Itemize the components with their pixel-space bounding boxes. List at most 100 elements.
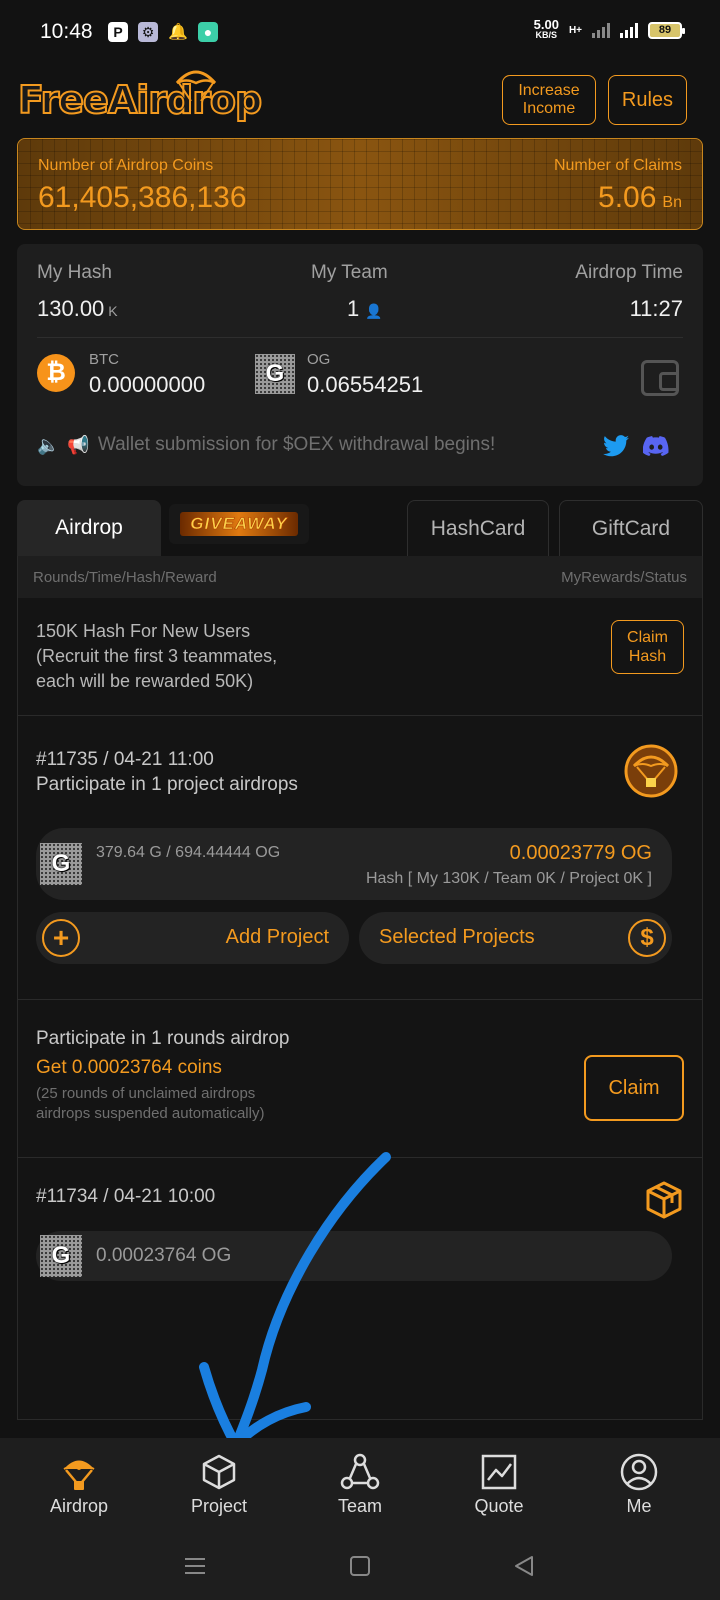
claim-hash-button[interactable]: Claim Hash [611, 620, 684, 674]
nav-airdrop-label: Airdrop [49, 1496, 109, 1516]
tab-giftcard[interactable]: GiftCard [559, 500, 703, 556]
round-11734-title: #11734 / 04-21 10:00 [36, 1186, 216, 1207]
tab-hashcard[interactable]: HashCard [407, 500, 549, 556]
person-icon: 👤 [365, 303, 383, 319]
hash-info: Hash [ My 130K / Team 0K / Project 0K ] [365, 870, 652, 887]
megaphone-icon: 📢 [67, 434, 90, 455]
og-token-icon: G [40, 1235, 82, 1277]
nav-me-label: Me [626, 1496, 652, 1516]
wallet-icon[interactable] [641, 360, 679, 396]
stats-divider [37, 337, 683, 338]
rules-button[interactable]: Rules [608, 75, 687, 125]
tab-airdrop[interactable]: Airdrop [17, 500, 161, 556]
coins-label: Number of Airdrop Coins [38, 157, 214, 174]
parachute-badge-icon [624, 744, 678, 798]
row-divider [18, 715, 702, 716]
dollar-icon: $ [628, 919, 666, 957]
my-hash-label: My Hash [37, 262, 112, 283]
battery-icon: 89 [648, 21, 685, 39]
round-11734-reward-row: G 0.00023764 OG [36, 1231, 672, 1281]
claim-line-1: Participate in 1 rounds airdrop [36, 1028, 290, 1049]
round-11735: #11735 / 04-21 11:00 Participate in 1 pr… [36, 747, 298, 797]
nav-airdrop[interactable]: Airdrop [24, 1452, 134, 1517]
claim-button[interactable]: Claim [584, 1055, 684, 1121]
selected-projects-button[interactable]: Selected Projects $ [359, 912, 672, 964]
bell-icon: 🔔 [168, 24, 188, 41]
parachute-logo-icon [176, 70, 217, 102]
logo-text: FreeAirdrop [17, 77, 263, 123]
signal-icon-2 [620, 22, 638, 38]
my-hash-value: 130.00 K [37, 296, 118, 321]
og-token-icon: G [255, 354, 295, 394]
btc-value: 0.00000000 [89, 372, 206, 397]
claims-unit: Bn [662, 194, 682, 211]
nav-project[interactable]: Project [164, 1452, 274, 1517]
nav-quote-label: Quote [474, 1496, 524, 1516]
project-reward-row: G 379.64 G / 694.44444 OG 0.00023779 OG … [36, 828, 672, 900]
og-label: OG [307, 351, 331, 368]
cube-icon [202, 1454, 236, 1490]
row-divider [18, 1157, 702, 1158]
nav-quote[interactable]: Quote [444, 1452, 554, 1517]
chart-icon [481, 1454, 517, 1490]
round-reward: 0.00023779 OG [509, 842, 652, 864]
selected-projects-label: Selected Projects [379, 926, 535, 948]
tab-giveaway[interactable]: GIVEAWAY [169, 504, 309, 544]
settings-app-icon: ⚙ [138, 22, 158, 42]
airdrop-panel: Rounds/Time/Hash/Reward MyRewards/Status… [17, 556, 703, 1420]
claim-line-3: (25 rounds of unclaimed airdrops [36, 1085, 256, 1102]
add-project-button[interactable]: + Add Project [36, 912, 349, 964]
claims-value: 5.06 Bn [598, 181, 682, 214]
team-network-icon [340, 1453, 380, 1490]
app-logo: FreeAirdrop [17, 70, 263, 130]
table-header-right: MyRewards/Status [561, 569, 687, 586]
back-icon[interactable] [512, 1554, 536, 1578]
btc-icon: ₿ [37, 354, 75, 392]
recents-icon[interactable] [183, 1554, 207, 1578]
table-header-left: Rounds/Time/Hash/Reward [33, 569, 217, 586]
increase-income-label-1: Increase [518, 82, 580, 99]
round-11734-reward: 0.00023764 OG [96, 1245, 232, 1266]
cube-box-icon [646, 1181, 682, 1219]
og-amount: 379.64 G / 694.44444 OG [96, 844, 281, 861]
notification-icons: P ⚙ 🔔 ● [108, 22, 218, 42]
notice-text: Wallet submission for $OEX withdrawal be… [97, 434, 496, 455]
claim-line-4: airdrops suspended automatically) [36, 1105, 265, 1122]
nav-project-label: Project [190, 1496, 248, 1516]
status-time: 10:48 [40, 20, 93, 43]
twitter-icon[interactable] [603, 435, 629, 457]
home-icon[interactable] [348, 1554, 372, 1578]
claim-line-2: Get 0.00023764 coins [36, 1057, 222, 1078]
tab-bar: Airdrop GIVEAWAY HashCard GiftCard [17, 500, 703, 556]
og-token-icon: G [40, 843, 82, 885]
my-team-value: 1 👤 [347, 296, 383, 321]
chat-app-icon: ● [197, 22, 218, 42]
claim-info: Participate in 1 rounds airdrop Get 0.00… [36, 1026, 289, 1124]
airdrop-coins-panel: Number of Airdrop Coins 61,405,386,136 N… [17, 138, 703, 230]
plus-icon: + [42, 919, 80, 957]
stats-card: My Hash 130.00 K My Team 1 👤 Airdrop Time … [17, 244, 703, 486]
rules-label: Rules [621, 88, 674, 111]
og-value: 0.06554251 [307, 372, 424, 397]
coins-value: 61,405,386,136 [38, 181, 247, 214]
status-right: 5.00 KB/S H+ 89 [533, 17, 685, 40]
network-speed: 5.00 KB/S [533, 17, 559, 40]
signal-icon-1 [592, 22, 610, 38]
nav-team-label: Team [337, 1496, 382, 1516]
claims-label: Number of Claims [553, 157, 682, 174]
speaker-icon: 🔈 [37, 434, 60, 455]
nav-me[interactable]: Me [584, 1452, 694, 1517]
notice-bar[interactable]: 🔈 📢 Wallet submission for $OEX withdrawa… [37, 434, 495, 456]
my-team-label: My Team [311, 262, 388, 283]
new-user-promo: 150K Hash For New Users (Recruit the fir… [36, 621, 278, 691]
nav-team[interactable]: Team [305, 1452, 415, 1517]
add-project-label: Add Project [225, 926, 329, 948]
airdrop-time-value: 11:27 [629, 296, 683, 321]
increase-income-button[interactable]: Increase Income [502, 75, 596, 125]
btc-label: BTC [89, 351, 119, 368]
increase-income-label-2: Income [522, 100, 576, 117]
discord-icon[interactable] [643, 435, 669, 457]
user-profile-icon [620, 1453, 658, 1491]
airdrop-time-label: Airdrop Time [575, 262, 683, 283]
round-subtitle: Participate in 1 project airdrops [36, 774, 298, 795]
